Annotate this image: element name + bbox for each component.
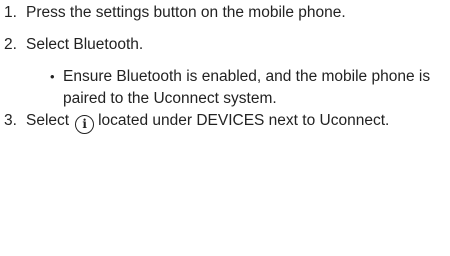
info-icon: i: [75, 114, 95, 134]
step-1: 1. Press the settings button on the mobi…: [4, 2, 444, 24]
bullet-item: • Ensure Bluetooth is enabled, and the m…: [50, 66, 444, 110]
step-number: 2.: [4, 36, 17, 53]
step-text: Select i located under DEVICES next to Uco…: [26, 110, 444, 134]
step-3: 3. Select i located under DEVICES next to …: [4, 110, 444, 134]
step-number: 3.: [4, 112, 17, 129]
bullet-marker: •: [50, 69, 55, 84]
step-text: Select Bluetooth.: [26, 36, 144, 53]
step-text-after: located under DEVICES next to Uconnect.: [98, 112, 390, 129]
step-number: 1.: [4, 4, 17, 21]
instructions-page: 1. Press the settings button on the mobi…: [0, 0, 450, 256]
step-text-before: Select: [26, 112, 70, 129]
bullet-text: Ensure Bluetooth is enabled, and the mob…: [63, 68, 431, 107]
step-text: Press the settings button on the mobile …: [26, 4, 346, 21]
step-2: 2. Select Bluetooth.: [4, 34, 444, 56]
